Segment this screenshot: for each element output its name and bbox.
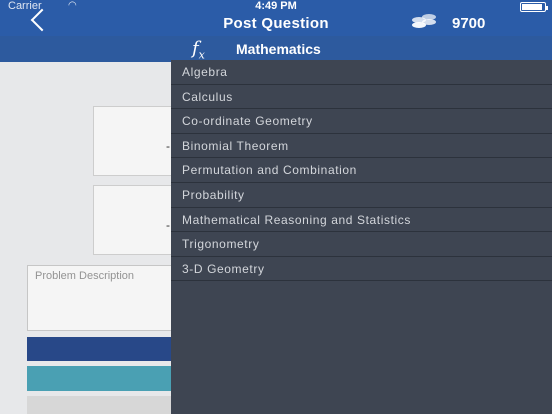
menu-item-trigonometry[interactable]: Trigonometry [171,232,552,257]
subject-title: Mathematics [236,41,321,57]
menu-item-probability[interactable]: Probability [171,183,552,208]
navigation-bar: Carrier ◠ 4:49 PM Post Question 9700 [0,0,552,36]
function-icon: fx [192,38,205,62]
topic-dropdown-menu: Algebra Calculus Co-ordinate Geometry Bi… [171,60,552,414]
status-time: 4:49 PM [255,0,297,12]
menu-item-permutation-combination[interactable]: Permutation and Combination [171,158,552,183]
menu-item-3d-geometry[interactable]: 3-D Geometry [171,257,552,282]
menu-item-binomial-theorem[interactable]: Binomial Theorem [171,134,552,159]
menu-item-coordinate-geometry[interactable]: Co-ordinate Geometry [171,109,552,134]
coins-icon [412,14,442,32]
subject-selector[interactable]: fx Mathematics [0,36,552,62]
menu-item-calculus[interactable]: Calculus [171,85,552,110]
menu-item-algebra[interactable]: Algebra [171,60,552,85]
coin-balance: 9700 [452,15,486,32]
battery-icon [520,2,548,12]
menu-item-reasoning-statistics[interactable]: Mathematical Reasoning and Statistics [171,208,552,233]
status-bar: Carrier ◠ 4:49 PM [0,0,552,14]
